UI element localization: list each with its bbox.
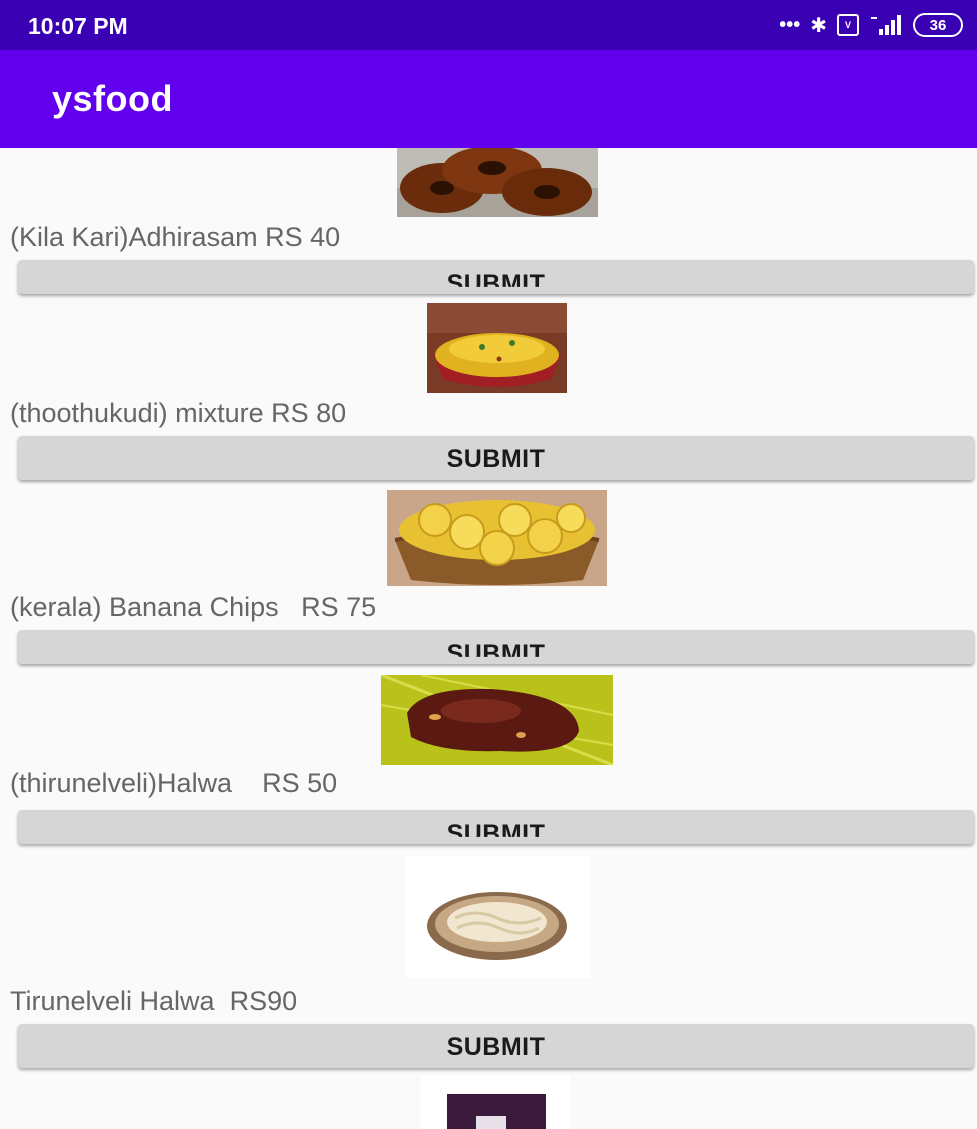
submit-button[interactable]: SUBMIT	[18, 260, 974, 294]
app-title: ysfood	[52, 78, 174, 119]
submit-button[interactable]: SUBMIT	[18, 436, 974, 480]
submit-button[interactable]: SUBMIT	[18, 630, 974, 664]
status-bar: 10:07 PM ••• ✱ V 36	[0, 0, 977, 50]
item-image-partial	[420, 1076, 570, 1129]
item-image-mixture	[427, 303, 567, 393]
item-image-halwa-plate	[405, 856, 590, 978]
volte-icon: V	[837, 14, 859, 36]
bluetooth-icon: ✱	[810, 14, 827, 37]
item-image-banana-chips	[387, 490, 607, 586]
battery-icon: 36	[913, 13, 963, 37]
item-label: (thoothukudi) mixture RS 80	[10, 398, 347, 428]
submit-button[interactable]: SUBMIT	[18, 810, 974, 844]
food-list[interactable]: (Kila Kari)Adhirasam RS 40 SUBMIT (thoot…	[0, 148, 977, 1129]
item-image-halwa-leaf	[381, 675, 613, 765]
status-time: 10:07 PM	[28, 13, 128, 39]
item-label: (kerala) Banana Chips RS 75	[10, 592, 377, 622]
submit-button-label: SUBMIT	[446, 445, 546, 473]
item-image-adhirasam	[397, 148, 598, 217]
signal-4g-icon	[869, 13, 903, 37]
more-dots-icon: •••	[779, 13, 801, 36]
submit-button-label: SUBMIT	[446, 820, 546, 844]
item-label: (Kila Kari)Adhirasam RS 40	[10, 222, 341, 252]
battery-level: 36	[929, 16, 947, 34]
submit-button-label: SUBMIT	[446, 1033, 546, 1061]
item-label: Tirunelveli Halwa RS90	[10, 986, 298, 1016]
status-icons: ••• ✱ V 36	[779, 10, 963, 40]
item-label: (thirunelveli)Halwa RS 50	[10, 768, 338, 798]
submit-button-label: SUBMIT	[446, 640, 546, 664]
app-bar: ysfood	[0, 50, 977, 148]
submit-button[interactable]: SUBMIT	[18, 1024, 974, 1068]
submit-button-label: SUBMIT	[446, 270, 546, 294]
